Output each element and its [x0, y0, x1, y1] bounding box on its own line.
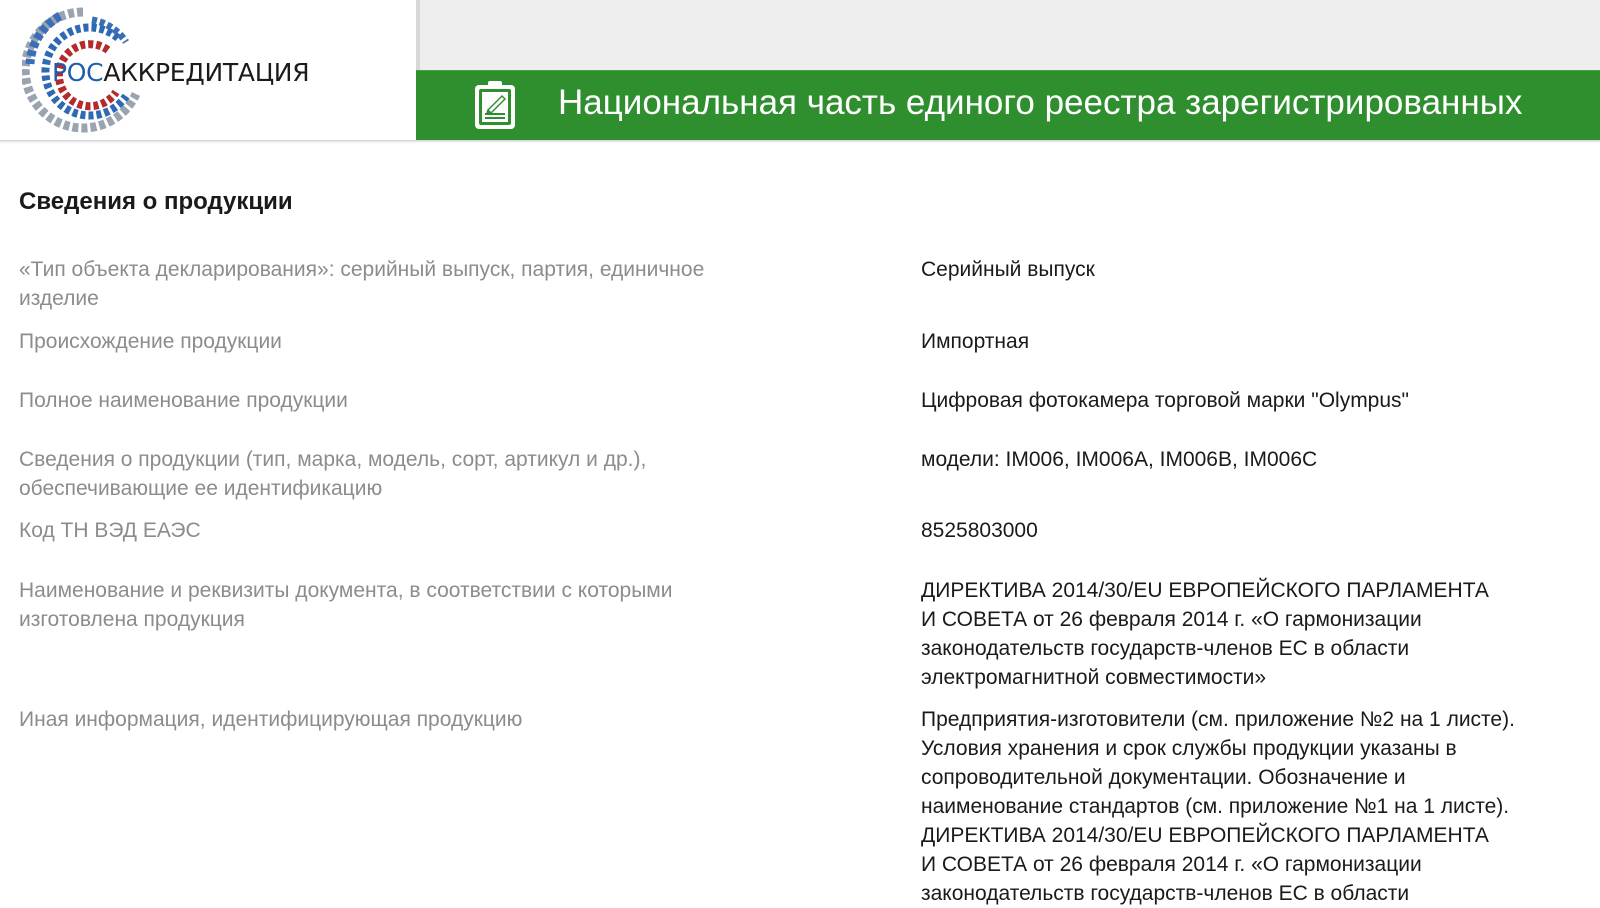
document-edit-icon — [475, 81, 515, 129]
field-value-line: Цифровая фотокамера торговой марки "Olym… — [921, 389, 1409, 412]
field-row-origin: Происхождение продукции Импортная — [19, 327, 1600, 386]
field-value-line: ДИРЕКТИВА 2014/30/EU ЕВРОПЕЙСКОГО ПАРЛАМ… — [921, 579, 1489, 602]
field-value-line: законодательств государств-членов ЕС в о… — [921, 882, 1410, 905]
logo-suffix: АККРЕДИТАЦИЯ — [103, 58, 310, 87]
field-value-line: электромагнитной совместимости» — [921, 666, 1267, 689]
field-value: Серийный выпуск — [809, 255, 1600, 327]
field-row-standard-document: Наименование и реквизиты документа, в со… — [19, 576, 1600, 705]
field-value-line: модели: IM006, IM006A, IM006B, IM006C — [921, 448, 1318, 471]
field-value-line: Серийный выпуск — [921, 258, 1095, 281]
field-label: Наименование и реквизиты документа, в со… — [19, 579, 673, 631]
logo-wordmark: РОСАККРЕДИТАЦИЯ — [52, 58, 310, 87]
top-strip — [416, 0, 1600, 70]
field-label: Сведения о продукции (тип, марка, модель… — [19, 448, 647, 500]
field-row-object-type: «Тип объекта декларирования»: серийный в… — [19, 255, 1600, 327]
logo-panel[interactable]: РОСАККРЕДИТАЦИЯ — [0, 0, 416, 140]
page-title: Национальная часть единого реестра зарег… — [558, 83, 1523, 122]
field-value-line: И СОВЕТА от 26 февраля 2014 г. «О гармон… — [921, 853, 1422, 876]
field-value-line: сопроводительной документации. Обозначен… — [921, 766, 1406, 789]
field-value: Предприятия-изготовители (см. приложение… — [809, 705, 1600, 908]
product-info-list: «Тип объекта декларирования»: серийный в… — [19, 255, 1600, 908]
field-value: 8525803000 — [809, 516, 1600, 576]
field-value: модели: IM006, IM006A, IM006B, IM006C — [809, 445, 1600, 516]
field-label: «Тип объекта декларирования»: серийный в… — [19, 258, 705, 310]
field-value-line: Предприятия-изготовители (см. приложение… — [921, 708, 1515, 731]
field-value: Цифровая фотокамера торговой марки "Olym… — [809, 386, 1600, 445]
field-value-line: наименование стандартов (см. приложение … — [921, 795, 1510, 818]
field-value-line: ДИРЕКТИВА 2014/30/EU ЕВРОПЕЙСКОГО ПАРЛАМ… — [921, 824, 1489, 847]
field-row-full-name: Полное наименование продукции Цифровая ф… — [19, 386, 1600, 445]
field-row-tn-ved-code: Код ТН ВЭД ЕАЭС 8525803000 — [19, 516, 1600, 576]
field-label: Происхождение продукции — [19, 330, 282, 353]
header-divider — [0, 140, 1600, 143]
section-title: Сведения о продукции — [19, 188, 293, 215]
field-label: Код ТН ВЭД ЕАЭС — [19, 519, 201, 542]
field-row-other-info: Иная информация, идентифицирующая продук… — [19, 705, 1600, 908]
field-label: Полное наименование продукции — [19, 389, 348, 412]
field-value-line: законодательств государств-членов ЕС в о… — [921, 637, 1410, 660]
field-row-identification: Сведения о продукции (тип, марка, модель… — [19, 445, 1600, 516]
title-bar: Национальная часть единого реестра зарег… — [416, 70, 1600, 140]
field-value-line: И СОВЕТА от 26 февраля 2014 г. «О гармон… — [921, 608, 1422, 631]
field-value-line: 8525803000 — [921, 519, 1038, 542]
field-value-line: Условия хранения и срок службы продукции… — [921, 737, 1457, 760]
logo-prefix: РОС — [52, 58, 104, 87]
field-value-line: Импортная — [921, 330, 1030, 353]
page-header: РОСАККРЕДИТАЦИЯ Национальная часть едино… — [0, 0, 1600, 143]
field-value: Импортная — [809, 327, 1600, 386]
field-label: Иная информация, идентифицирующая продук… — [19, 708, 523, 731]
field-value: ДИРЕКТИВА 2014/30/EU ЕВРОПЕЙСКОГО ПАРЛАМ… — [809, 576, 1600, 705]
